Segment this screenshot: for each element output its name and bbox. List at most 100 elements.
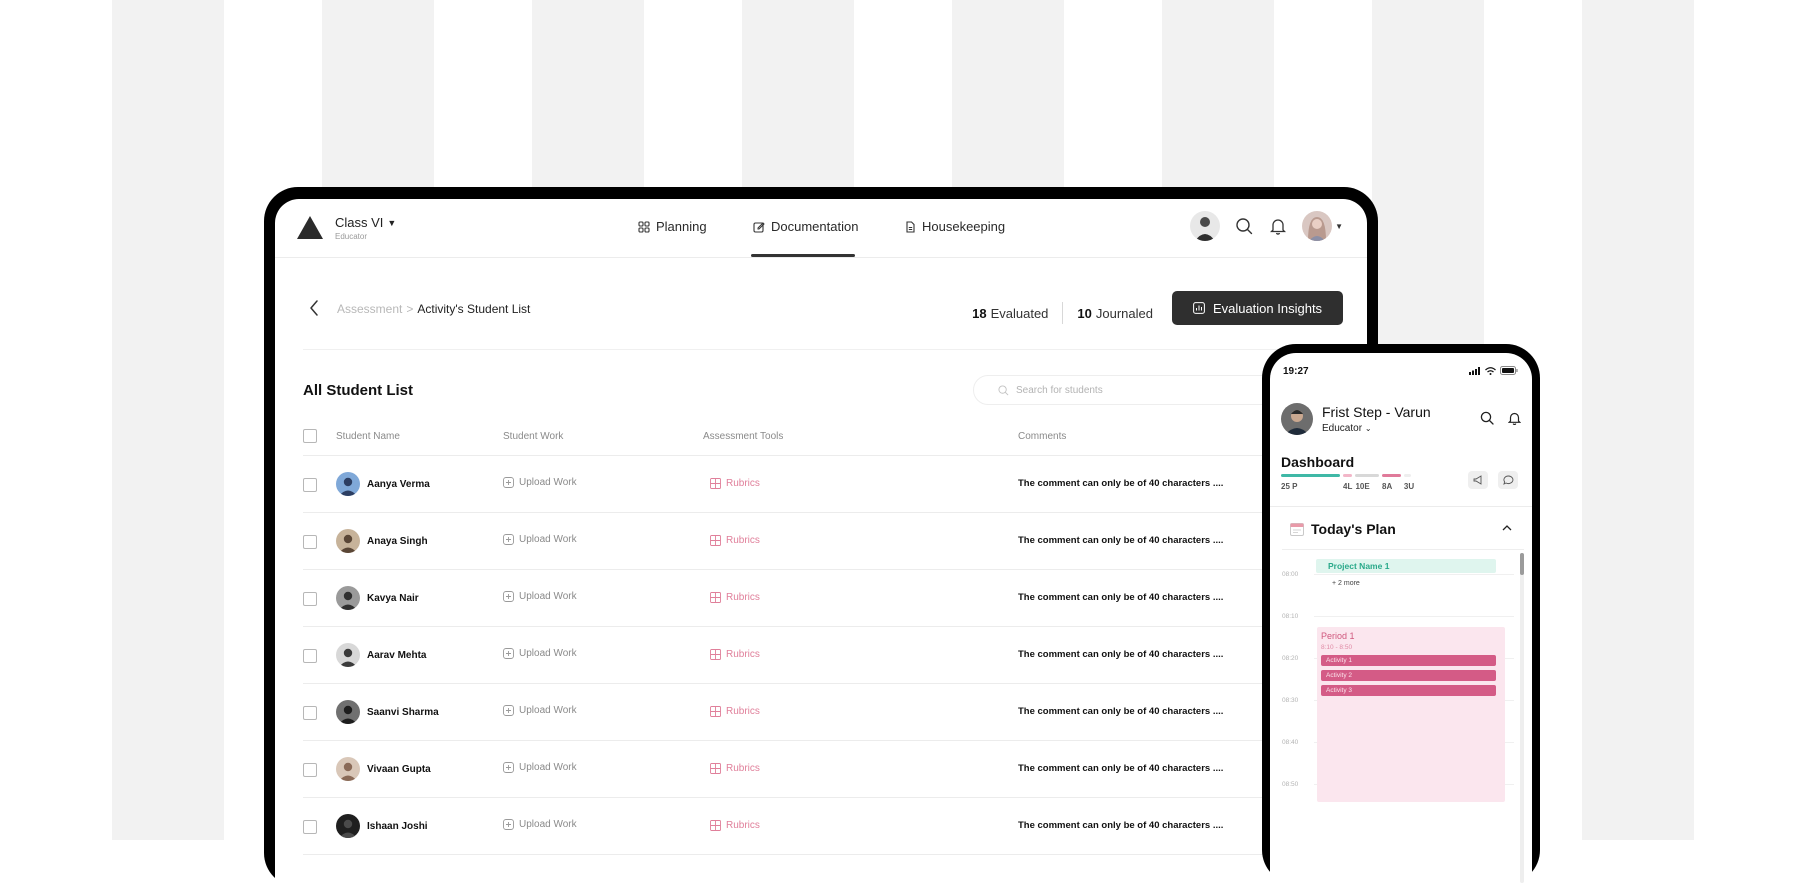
upload-label: Upload Work <box>519 762 577 773</box>
upload-work-button[interactable]: Upload Work <box>503 705 577 716</box>
student-cell[interactable]: Saanvi Sharma <box>336 700 439 724</box>
rubrics-link[interactable]: Rubrics <box>710 820 760 831</box>
table-row[interactable]: Saanvi Sharma Upload Work Rubrics The comme… <box>303 684 1367 741</box>
student-avatar[interactable] <box>1190 211 1221 241</box>
evaluated-label: Evaluated <box>990 305 1049 321</box>
student-name: Aanya Verma <box>367 478 430 490</box>
row-checkbox[interactable] <box>303 592 317 606</box>
activity-item[interactable]: Activity 1 <box>1321 655 1496 666</box>
more-events-link[interactable]: + 2 more <box>1332 580 1360 587</box>
scroll-thumb[interactable] <box>1520 553 1524 575</box>
tab-documentation[interactable]: Documentation <box>753 219 858 234</box>
activity-item[interactable]: Activity 3 <box>1321 685 1496 696</box>
tab-planning[interactable]: Planning <box>638 219 707 234</box>
upload-label: Upload Work <box>519 705 577 716</box>
search-icon[interactable] <box>1234 216 1254 236</box>
row-checkbox[interactable] <box>303 763 317 777</box>
student-cell[interactable]: Ishaan Joshi <box>336 814 428 838</box>
project-event[interactable]: Project Name 1 <box>1316 559 1496 573</box>
divider <box>1282 549 1524 550</box>
table-row[interactable]: Aarav Mehta Upload Work Rubrics The comment… <box>303 627 1367 684</box>
select-all-checkbox[interactable] <box>303 429 317 443</box>
stats-divider <box>1062 302 1064 324</box>
comment-text[interactable]: The comment can only be of 40 characters… <box>1018 820 1223 831</box>
search-box[interactable] <box>973 375 1303 405</box>
breadcrumb-parent[interactable]: Assessment <box>337 302 402 316</box>
student-avatar <box>336 700 360 724</box>
row-checkbox[interactable] <box>303 820 317 834</box>
user-avatar <box>1302 211 1333 241</box>
upload-label: Upload Work <box>519 648 577 659</box>
attendance-segment <box>1355 474 1380 477</box>
phone-device: 19:27 Frist Step - Varun Educator ⌄ Dash… <box>1262 344 1540 884</box>
rubrics-link[interactable]: Rubrics <box>710 535 760 546</box>
row-checkbox[interactable] <box>303 535 317 549</box>
upload-work-button[interactable]: Upload Work <box>503 591 577 602</box>
rubrics-link[interactable]: Rubrics <box>710 706 760 717</box>
row-checkbox[interactable] <box>303 649 317 663</box>
status-icons <box>1469 366 1518 375</box>
evaluation-insights-button[interactable]: Evaluation Insights <box>1172 291 1343 325</box>
tab-label: Housekeeping <box>922 219 1006 234</box>
table-row[interactable]: Vivaan Gupta Upload Work Rubrics The commen… <box>303 741 1367 798</box>
student-cell[interactable]: Anaya Singh <box>336 529 428 553</box>
tab-housekeeping[interactable]: Housekeeping <box>904 219 1005 234</box>
class-selector[interactable]: Class VI ▼ <box>335 215 396 230</box>
comment-text[interactable]: The comment can only be of 40 characters… <box>1018 649 1223 660</box>
back-arrow-icon[interactable] <box>303 296 327 320</box>
comment-text[interactable]: The comment can only be of 40 characters… <box>1018 592 1223 603</box>
attendance-label: 4L <box>1343 482 1353 491</box>
journaled-count: 10 <box>1077 305 1092 321</box>
scrollbar[interactable] <box>1520 553 1524 883</box>
time-label: 08:40 <box>1282 739 1299 746</box>
comment-text[interactable]: The comment can only be of 40 characters… <box>1018 535 1223 546</box>
comment-text[interactable]: The comment can only be of 40 characters… <box>1018 706 1223 717</box>
upload-work-button[interactable]: Upload Work <box>503 648 577 659</box>
comment-text[interactable]: The comment can only be of 40 characters… <box>1018 763 1223 774</box>
upload-work-button[interactable]: Upload Work <box>503 534 577 545</box>
search-input[interactable] <box>1014 383 1278 397</box>
time-gridline <box>1314 574 1514 575</box>
announce-button[interactable] <box>1468 471 1488 489</box>
student-cell[interactable]: Aanya Verma <box>336 472 430 496</box>
student-cell[interactable]: Kavya Nair <box>336 586 419 610</box>
rubrics-link[interactable]: Rubrics <box>710 478 760 489</box>
caret-down-icon: ▼ <box>1335 221 1343 231</box>
row-checkbox[interactable] <box>303 706 317 720</box>
rubrics-link[interactable]: Rubrics <box>710 649 760 660</box>
student-name: Ishaan Joshi <box>367 820 428 832</box>
student-avatar <box>336 643 360 667</box>
journaled-label: Journaled <box>1095 305 1153 321</box>
activity-item[interactable]: Activity 2 <box>1321 670 1496 681</box>
calendar-icon <box>1290 523 1304 536</box>
upload-work-button[interactable]: Upload Work <box>503 762 577 773</box>
period-block[interactable]: Period 1 8:10 - 8:50 Activity 1 Activity… <box>1317 627 1505 802</box>
chevron-up-icon[interactable] <box>1502 525 1512 531</box>
divider <box>303 349 1343 350</box>
chart-icon <box>1193 302 1205 314</box>
student-avatar <box>336 529 360 553</box>
comment-text[interactable]: The comment can only be of 40 characters… <box>1018 478 1223 489</box>
bell-icon[interactable] <box>1508 411 1521 425</box>
upload-work-button[interactable]: Upload Work <box>503 477 577 488</box>
bell-icon[interactable] <box>1268 216 1288 236</box>
plus-square-icon <box>503 534 514 545</box>
table-row[interactable]: Anaya Singh Upload Work Rubrics The comment… <box>303 513 1367 570</box>
search-icon[interactable] <box>1480 411 1494 425</box>
upload-work-button[interactable]: Upload Work <box>503 819 577 830</box>
student-cell[interactable]: Vivaan Gupta <box>336 757 431 781</box>
table-row[interactable]: Ishaan Joshi Upload Work Rubrics The commen… <box>303 798 1367 855</box>
profile-menu[interactable]: ▼ <box>1302 211 1343 241</box>
period-name: Period 1 <box>1321 631 1355 641</box>
rubrics-link[interactable]: Rubrics <box>710 592 760 603</box>
rubrics-link[interactable]: Rubrics <box>710 763 760 774</box>
student-cell[interactable]: Aarav Mehta <box>336 643 426 667</box>
table-row[interactable]: Aanya Verma Upload Work Rubrics The comment… <box>303 456 1367 513</box>
plan-header[interactable]: Today's Plan <box>1290 521 1396 537</box>
table-row[interactable]: Kavya Nair Upload Work Rubrics The comment … <box>303 570 1367 627</box>
chat-button[interactable] <box>1498 471 1518 489</box>
student-name: Anaya Singh <box>367 535 428 547</box>
role-selector[interactable]: Educator ⌄ <box>1322 423 1372 434</box>
user-avatar[interactable] <box>1281 403 1313 435</box>
row-checkbox[interactable] <box>303 478 317 492</box>
